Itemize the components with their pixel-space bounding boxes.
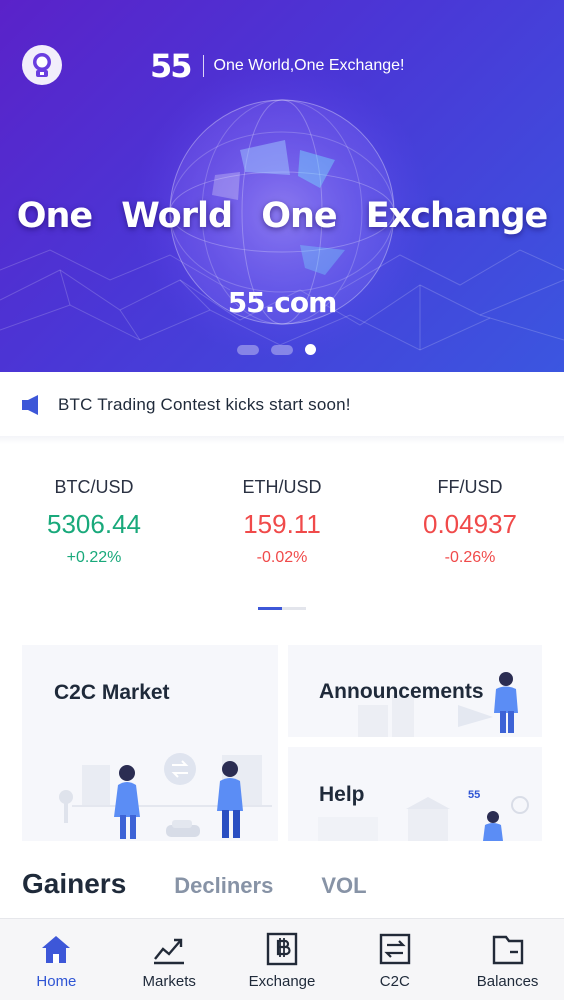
announcement-text: BTC Trading Contest kicks start soon! — [58, 395, 351, 414]
banner-pagination — [237, 344, 316, 355]
ranking-tabs: Gainers Decliners VOL — [22, 868, 415, 900]
brand-divider — [202, 55, 204, 77]
ticker-ff-usd[interactable]: FF/USD 0.04937 -0.26% — [376, 470, 564, 572]
tab-decliners[interactable]: Decliners — [174, 873, 273, 899]
ticker-eth-usd[interactable]: ETH/USD 159.11 -0.02% — [188, 470, 376, 572]
ticker-pair: FF/USD — [437, 477, 503, 497]
help-badge-text: 55 — [468, 789, 480, 801]
c2c-market-title: C2C Market — [54, 681, 170, 704]
c2c-illustration — [59, 753, 272, 839]
banner-domain: 55.com — [227, 286, 338, 319]
announcements-title: Announcements — [319, 680, 484, 703]
banner-dot[interactable] — [237, 344, 259, 355]
home-screen: 55 One World,One Exchange! One World One… — [0, 0, 564, 1000]
pager-active-segment — [258, 607, 282, 610]
ticker-pair: BTC/USD — [54, 477, 134, 497]
ticker-change: -0.02% — [256, 549, 308, 566]
ticker-pair: ETH/USD — [242, 477, 322, 497]
bitcoin-icon — [266, 932, 298, 966]
bottom-navigation: Home Markets Exchange C2C Balances — [0, 918, 564, 1000]
wallet-icon — [492, 935, 523, 965]
ticker-btc-usd[interactable]: BTC/USD 5306.44 +0.22% — [0, 470, 188, 572]
nav-markets-label: Markets — [142, 973, 196, 990]
nav-balances[interactable]: Balances — [451, 919, 564, 1000]
c2c-market-card[interactable]: C2C Market — [22, 645, 278, 841]
banner-dot-active[interactable] — [305, 344, 316, 355]
brand-logo: 55 — [150, 47, 193, 85]
nav-c2c[interactable]: C2C — [338, 919, 451, 1000]
help-card[interactable]: 55 Help — [288, 747, 542, 841]
astronaut-avatar-icon — [33, 53, 51, 77]
nav-home-label: Home — [36, 973, 77, 990]
announcement-ticker[interactable]: BTC Trading Contest kicks start soon! — [0, 372, 564, 438]
announcements-card[interactable]: Announcements — [288, 645, 542, 737]
nav-exchange[interactable]: Exchange — [226, 919, 339, 1000]
brand-header: 55 One World,One Exchange! — [150, 50, 404, 82]
banner-headline: One World One Exchange — [16, 196, 549, 236]
tab-vol[interactable]: VOL — [321, 873, 366, 899]
tab-gainers[interactable]: Gainers — [22, 868, 126, 900]
chart-icon — [154, 938, 185, 965]
nav-c2c-label: C2C — [379, 973, 410, 990]
pager-inactive-segment — [282, 607, 306, 610]
ticker-price: 0.04937 — [423, 509, 517, 539]
brand-tagline: One World,One Exchange! — [213, 57, 405, 74]
home-icon — [42, 936, 71, 963]
help-title: Help — [319, 783, 365, 806]
nav-markets[interactable]: Markets — [113, 919, 226, 1000]
banner-dot[interactable] — [271, 344, 293, 355]
section-divider — [0, 436, 564, 444]
swap-icon — [379, 933, 410, 965]
ticker-change: +0.22% — [66, 549, 122, 566]
ticker-price: 159.11 — [243, 509, 321, 539]
profile-avatar-button[interactable] — [22, 45, 62, 85]
ticker-change: -0.26% — [444, 549, 496, 566]
nav-home[interactable]: Home — [0, 919, 113, 1000]
promo-banner[interactable]: 55 One World,One Exchange! One World One… — [0, 0, 564, 372]
ticker-price: 5306.44 — [47, 509, 141, 539]
ticker-pager-indicator — [258, 607, 306, 610]
market-tickers: BTC/USD 5306.44 +0.22% ETH/USD 159.11 -0… — [0, 470, 564, 572]
nav-exchange-label: Exchange — [248, 973, 316, 990]
speaker-icon — [22, 395, 38, 415]
nav-balances-label: Balances — [476, 973, 539, 990]
